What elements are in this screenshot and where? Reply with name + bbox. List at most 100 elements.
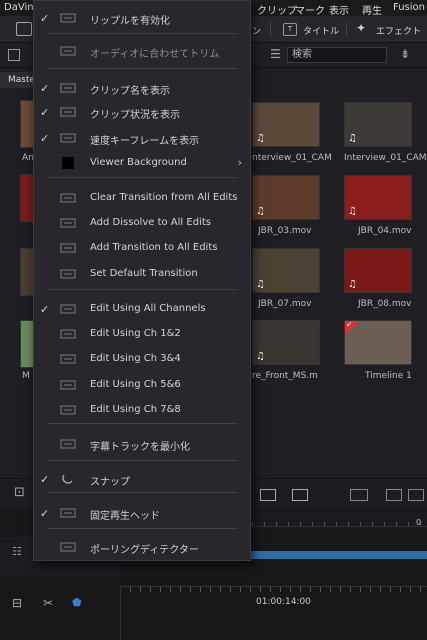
- clip-thumbnail[interactable]: [20, 248, 34, 296]
- menu-item-dissolve[interactable]: Add Dissolve to All Edits: [34, 212, 250, 234]
- checkmark-icon: ✓: [40, 82, 50, 95]
- menu-item-add-transition[interactable]: Add Transition to All Edits: [34, 237, 250, 259]
- track-icon: ☷: [12, 545, 22, 558]
- menu-item-channels-56[interactable]: Edit Using Ch 5&6: [34, 374, 250, 396]
- title-icon: T: [283, 23, 297, 36]
- menu-item-fixed-playhead[interactable]: ✓ 固定再生ヘッド: [34, 502, 250, 524]
- media-pool-icon[interactable]: [16, 22, 32, 36]
- channels-12-icon: [60, 328, 76, 340]
- tab-master[interactable]: Maste: [0, 72, 35, 88]
- divider: [120, 586, 121, 640]
- timeline-view-options-menu: ✓ リップルを有効化 オーディオに合わせてトリム ✓ クリップ名を表示 ✓ クリップ状況を表…: [33, 0, 251, 561]
- clip-thumbnail[interactable]: ♫: [252, 175, 320, 220]
- timeline-view-icon[interactable]: ⊟: [12, 596, 22, 610]
- clip-thumbnail[interactable]: ♫: [344, 175, 412, 220]
- menu-item-label: 固定再生ヘッド: [90, 511, 160, 522]
- menu-item-channels-all[interactable]: ✓ Edit Using All Channels: [34, 298, 250, 320]
- menu-item-label: Viewer Background: [90, 157, 187, 168]
- overwrite-icon[interactable]: [292, 489, 308, 501]
- effects-button[interactable]: エフェクト: [376, 24, 421, 37]
- menu-item-channels-12[interactable]: Edit Using Ch 1&2: [34, 323, 250, 345]
- menu-item-polling-detector[interactable]: ポーリングディテクター: [34, 536, 250, 558]
- place-on-top-icon[interactable]: [408, 489, 424, 501]
- menu-item-subtitle-track[interactable]: 字幕トラックを最小化: [34, 433, 250, 455]
- timeline-options-icon[interactable]: ⊡: [14, 485, 25, 500]
- audio-note-icon: ♫: [348, 279, 357, 290]
- menu-item-label: Edit Using Ch 1&2: [90, 328, 181, 339]
- clip-label: nterview_01_CAM: [252, 153, 332, 163]
- menu-item-channels-78[interactable]: Edit Using Ch 7&8: [34, 399, 250, 421]
- menu-item-label: Add Transition to All Edits: [90, 242, 218, 253]
- menu-item-label: Edit Using All Channels: [90, 303, 206, 314]
- menu-item-speed-keyframe[interactable]: ✓ 速度キーフレームを表示: [34, 127, 250, 149]
- clip-label: re_Front_MS.m: [252, 371, 318, 381]
- menu-item-snap[interactable]: ✓ スナップ: [34, 468, 250, 490]
- add-transition-icon: [60, 242, 76, 254]
- effects-icon: ✦: [356, 21, 367, 35]
- insert-icon[interactable]: [260, 489, 276, 501]
- menu-item-audio-trim: オーディオに合わせてトリム: [34, 40, 250, 62]
- menu-item-label: ポーリングディテクター: [90, 545, 199, 556]
- audio-note-icon: ♫: [256, 133, 265, 144]
- clip-thumbnail[interactable]: ♫: [344, 102, 412, 147]
- menu-item-clip-status[interactable]: ✓ クリップ状況を表示: [34, 101, 250, 123]
- menu-item-clear-transition[interactable]: Clear Transition from All Edits: [34, 187, 250, 209]
- menu-mark[interactable]: マーク: [295, 2, 325, 17]
- menu-item-label: Edit Using Ch 3&4: [90, 353, 181, 364]
- checkmark-icon: ✓: [40, 106, 50, 119]
- menu-clip[interactable]: クリップ: [257, 2, 297, 17]
- titles-button[interactable]: タイトル: [303, 24, 339, 37]
- menu-separator: [48, 68, 238, 69]
- menu-separator: [48, 423, 238, 424]
- menu-item-label: Edit Using Ch 7&8: [90, 404, 181, 415]
- marker-icon[interactable]: ⬟: [72, 596, 82, 609]
- menu-item-channels-34[interactable]: Edit Using Ch 3&4: [34, 348, 250, 370]
- menu-separator: [48, 460, 238, 461]
- menu-fusion[interactable]: Fusion: [393, 2, 425, 13]
- clip-label: Interview_01_CAM: [344, 153, 427, 163]
- menu-view[interactable]: 表示: [329, 2, 349, 17]
- clip-label: JBR_04.mov: [358, 226, 412, 236]
- toolbar-label-fragment: ン: [252, 27, 262, 37]
- menu-separator: [48, 177, 238, 178]
- clip-thumbnail[interactable]: ♫: [252, 320, 320, 365]
- audio-note-icon: ♫: [348, 133, 357, 144]
- audio-note-icon: ♫: [348, 206, 357, 217]
- menu-item-label: リップルを有効化: [90, 16, 170, 27]
- checkmark-icon: ✓: [40, 507, 50, 520]
- clip-thumbnail[interactable]: [20, 100, 34, 148]
- clip-thumbnail[interactable]: [20, 320, 34, 368]
- checkmark-icon: ✓: [40, 303, 50, 316]
- menu-separator: [48, 528, 238, 529]
- menu-item-label: スナップ: [90, 477, 130, 488]
- check-icon: ✓: [346, 320, 353, 329]
- timeline-thumbnail[interactable]: ✓: [344, 320, 412, 365]
- razor-icon[interactable]: ✂: [43, 596, 53, 610]
- fixed-playhead-icon: [60, 507, 76, 519]
- clip-thumbnail[interactable]: [20, 174, 34, 222]
- menu-item-default-transition[interactable]: Set Default Transition: [34, 263, 250, 285]
- panel-toggle-icon[interactable]: [8, 49, 20, 61]
- audio-note-icon: ♫: [256, 351, 265, 362]
- replace-icon[interactable]: [350, 489, 368, 501]
- menu-item-label: Clear Transition from All Edits: [90, 192, 238, 203]
- list-view-icon[interactable]: ☰: [270, 47, 281, 61]
- clip-thumbnail[interactable]: ♫: [252, 102, 320, 147]
- menu-playback[interactable]: 再生: [362, 2, 382, 17]
- mini-timecode: 0: [416, 518, 422, 527]
- search-input[interactable]: 検索: [287, 47, 387, 63]
- toolbar-divider: [346, 22, 347, 36]
- app-name[interactable]: DaVin: [4, 2, 34, 13]
- sort-icon[interactable]: ⇟: [400, 47, 410, 61]
- speed-keyframe-icon: [60, 132, 76, 144]
- menu-item-label: Set Default Transition: [90, 268, 198, 279]
- menu-item-ripple[interactable]: ✓ リップルを有効化: [34, 7, 250, 29]
- ripple-icon: [60, 12, 76, 24]
- fit-to-fill-icon[interactable]: [386, 489, 402, 501]
- menu-separator: [48, 289, 238, 290]
- menu-item-clip-name[interactable]: ✓ クリップ名を表示: [34, 77, 250, 99]
- clip-thumbnail[interactable]: ♫: [344, 248, 412, 293]
- menu-item-viewer-bg[interactable]: Viewer Background ›: [34, 152, 250, 174]
- clip-thumbnail[interactable]: ♫: [252, 248, 320, 293]
- timecode-label: 01:00:14:00: [256, 597, 311, 607]
